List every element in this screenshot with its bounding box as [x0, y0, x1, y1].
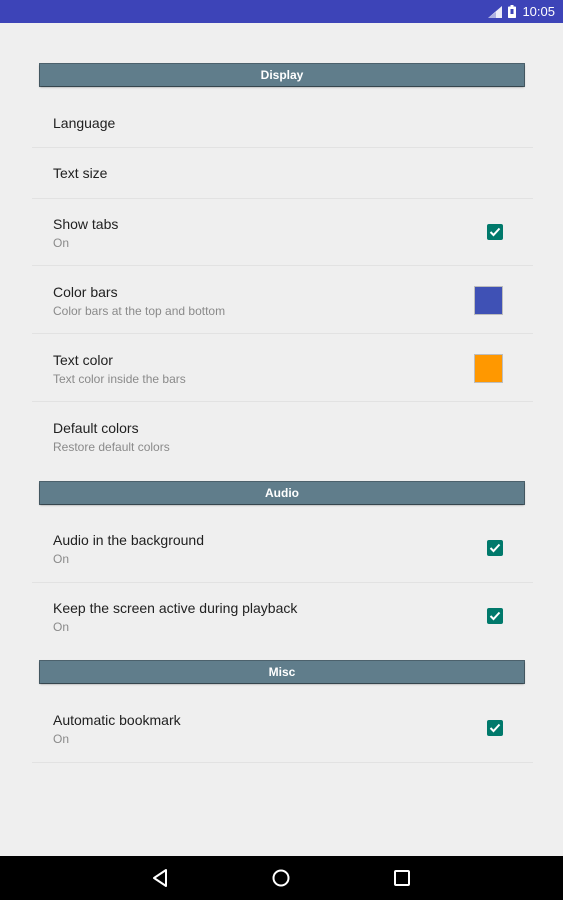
pref-summary: On — [53, 732, 70, 746]
status-time: 10:05 — [522, 4, 555, 19]
text-color-swatch[interactable] — [474, 354, 503, 383]
home-icon[interactable] — [270, 867, 292, 889]
pref-default-colors[interactable]: Default colors Restore default colors — [32, 402, 533, 470]
pref-title: Show tabs — [53, 216, 119, 232]
status-bar: 10:05 — [0, 0, 563, 23]
pref-text-color[interactable]: Text color Text color inside the bars — [32, 334, 533, 402]
battery-icon — [508, 5, 517, 18]
recents-icon[interactable] — [391, 867, 413, 889]
pref-summary: On — [53, 620, 70, 634]
pref-title: Color bars — [53, 284, 118, 300]
section-header-display: Display — [40, 64, 524, 86]
pref-title: Text size — [53, 165, 108, 181]
screen-active-checkbox[interactable] — [487, 608, 503, 624]
pref-language[interactable]: Language — [32, 98, 533, 148]
pref-summary: Text color inside the bars — [53, 372, 186, 386]
pref-audio-background[interactable]: Audio in the background On — [32, 515, 533, 583]
pref-title: Keep the screen active during playback — [53, 600, 298, 616]
settings-list: Display Language Text size Show tabs On … — [0, 23, 563, 856]
pref-summary: On — [53, 236, 70, 250]
color-bars-swatch[interactable] — [474, 286, 503, 315]
check-icon — [489, 227, 501, 237]
check-icon — [489, 611, 501, 621]
signal-icon — [488, 5, 503, 18]
pref-screen-active[interactable]: Keep the screen active during playback O… — [32, 583, 533, 651]
pref-summary: Color bars at the top and bottom — [53, 304, 226, 318]
pref-color-bars[interactable]: Color bars Color bars at the top and bot… — [32, 266, 533, 334]
audio-background-checkbox[interactable] — [487, 540, 503, 556]
section-header-misc: Misc — [40, 661, 524, 683]
pref-title: Audio in the background — [53, 532, 204, 548]
check-icon — [489, 543, 501, 553]
section-header-audio: Audio — [40, 482, 524, 504]
pref-title: Default colors — [53, 420, 139, 436]
check-icon — [489, 723, 501, 733]
auto-bookmark-checkbox[interactable] — [487, 720, 503, 736]
navigation-bar — [0, 856, 563, 900]
pref-title: Text color — [53, 352, 113, 368]
pref-summary: On — [53, 552, 70, 566]
pref-auto-bookmark[interactable]: Automatic bookmark On — [32, 695, 533, 763]
pref-title: Language — [53, 115, 116, 131]
pref-title: Automatic bookmark — [53, 712, 181, 728]
back-icon[interactable] — [150, 867, 172, 889]
pref-show-tabs[interactable]: Show tabs On — [32, 199, 533, 266]
pref-text-size[interactable]: Text size — [32, 148, 533, 199]
show-tabs-checkbox[interactable] — [487, 224, 503, 240]
pref-summary: Restore default colors — [53, 440, 170, 454]
